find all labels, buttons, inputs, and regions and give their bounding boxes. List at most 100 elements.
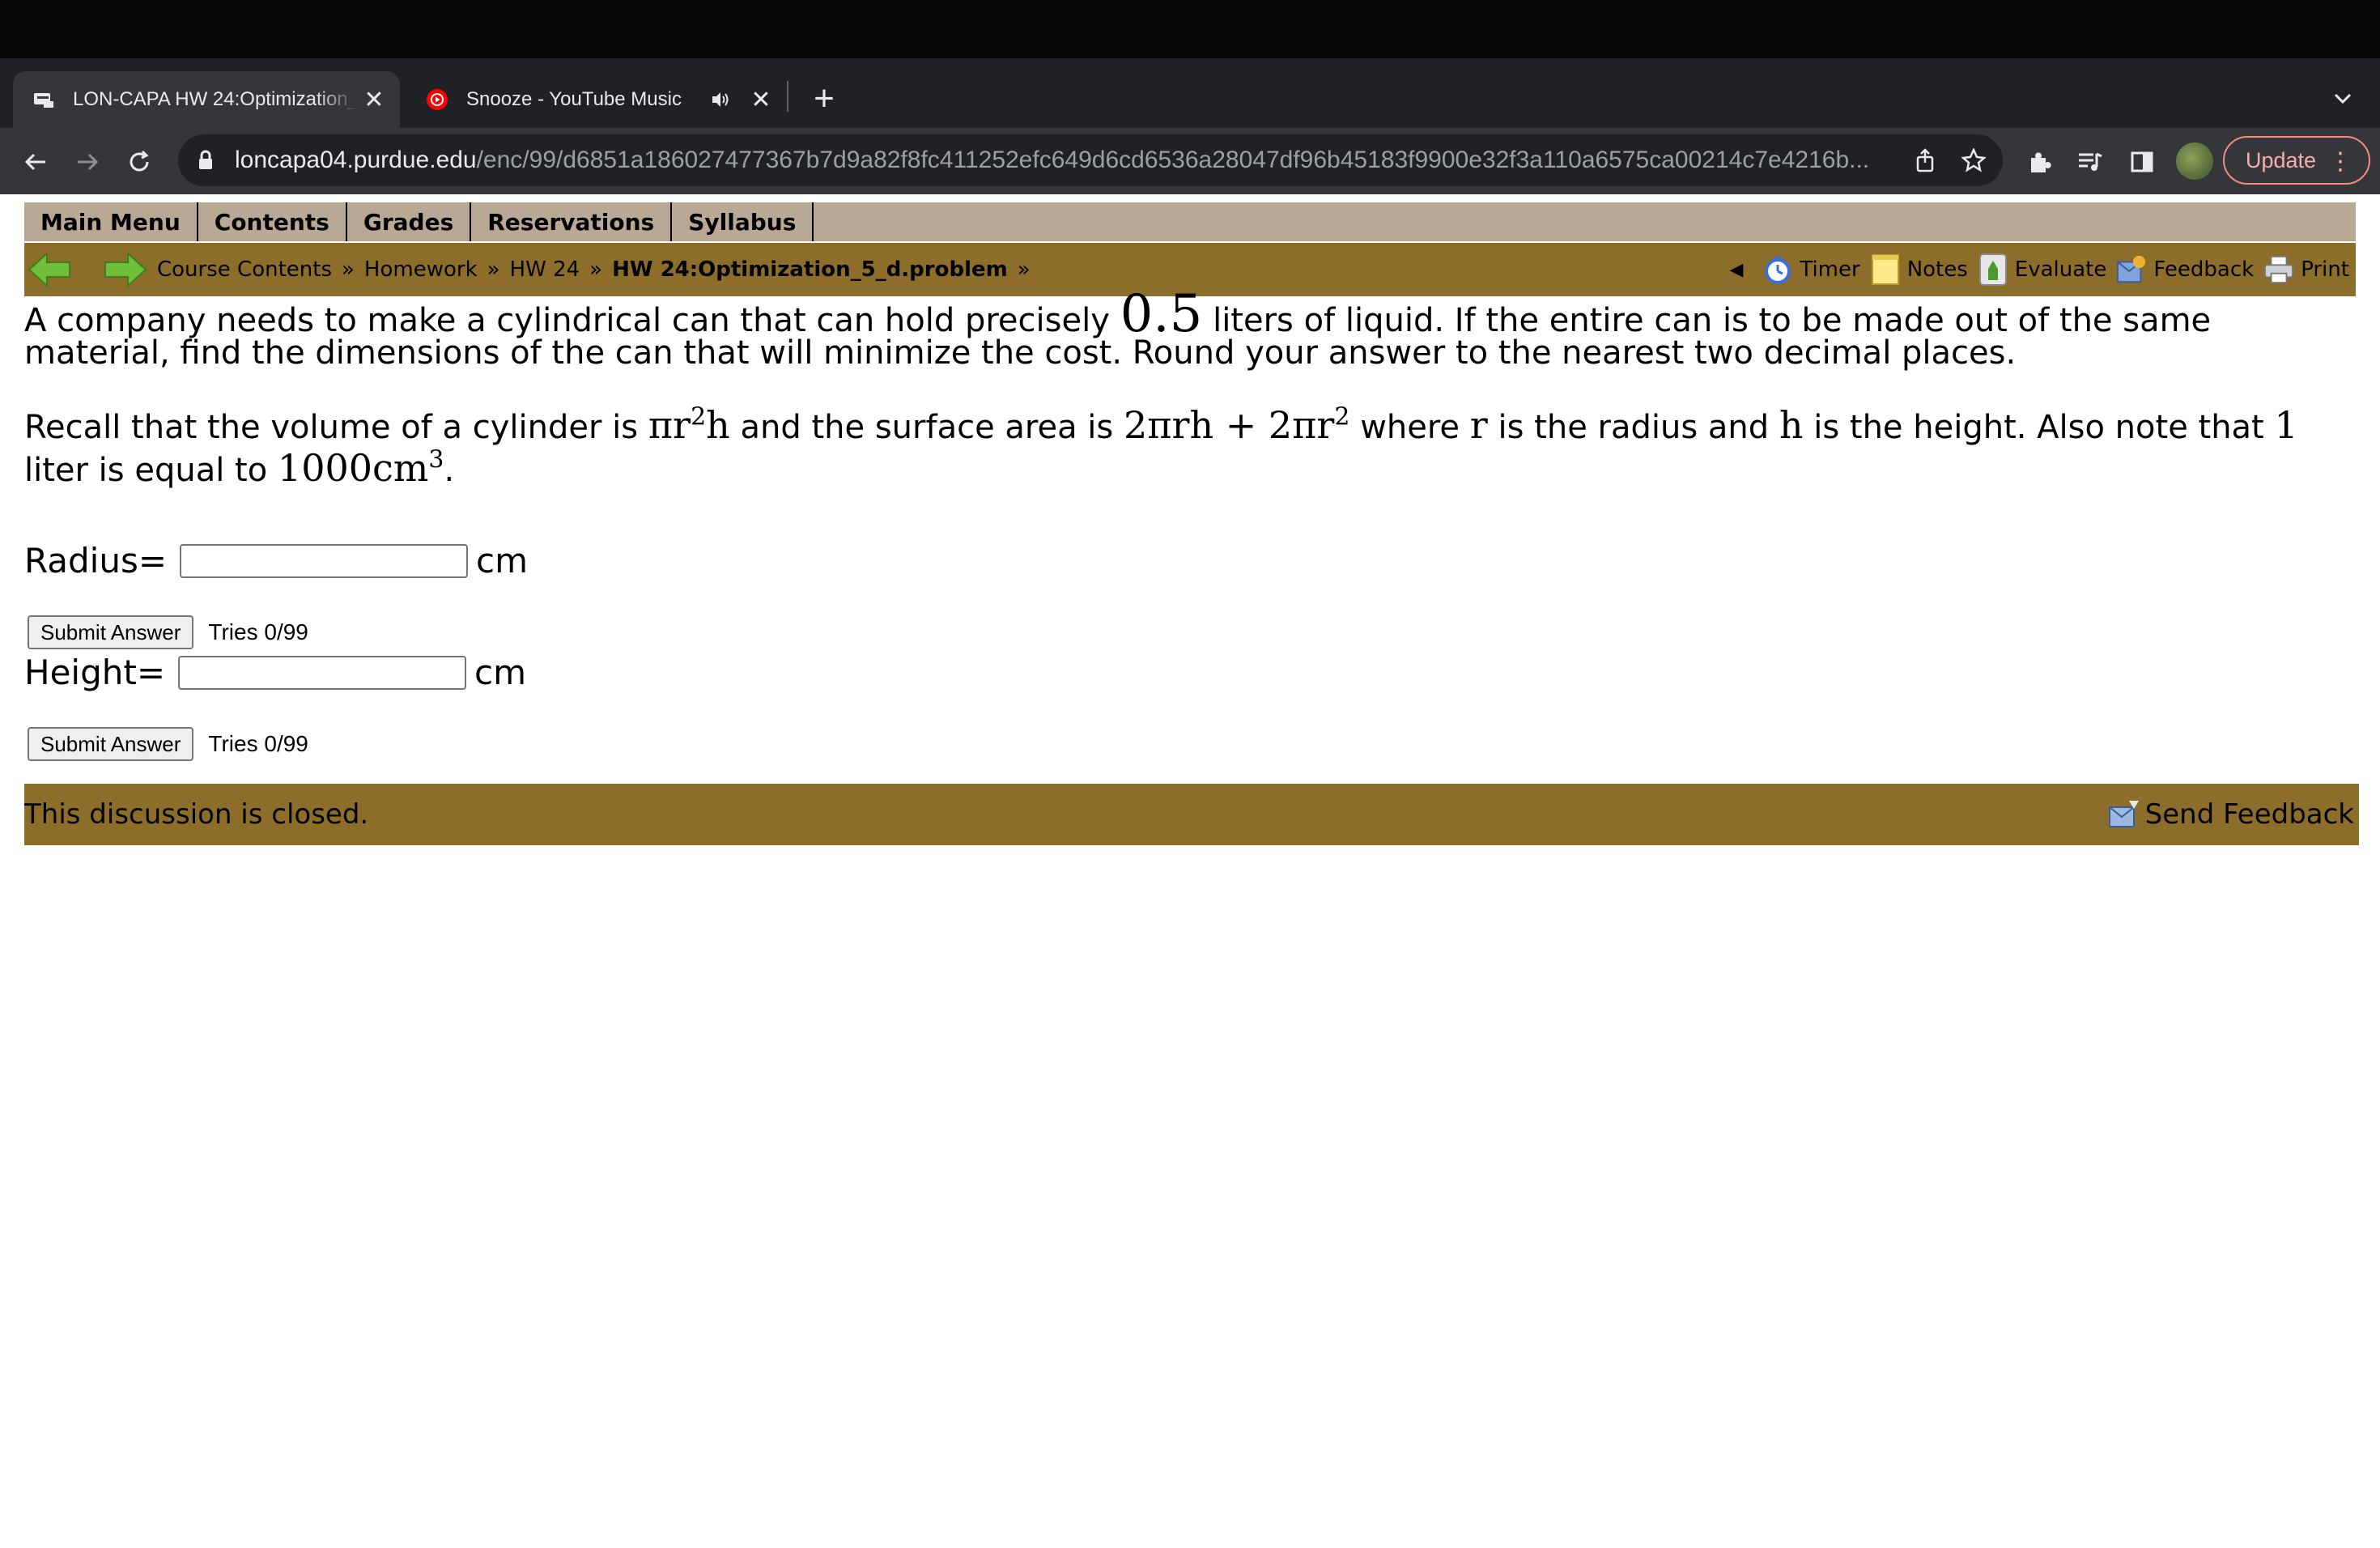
main-menu-bar: Main Menu Contents Grades Reservations S…: [24, 202, 2356, 241]
problem-text: liter is equal to: [24, 452, 268, 489]
evaluate-label: Evaluate: [2014, 257, 2107, 282]
url-text[interactable]: loncapa04.purdue.edu/enc/99/d6851a186027…: [235, 147, 1906, 174]
forward-arrow-icon[interactable]: [68, 142, 107, 181]
problem-paragraph-1: A company needs to make a cylindrical ca…: [24, 288, 2348, 369]
back-arrow-icon[interactable]: [16, 142, 55, 181]
height-submit-row: Submit Answer Tries 0/99: [28, 727, 308, 761]
timer-icon: [1762, 253, 1793, 287]
radius-answer-row: Radius= cm: [24, 541, 528, 580]
formula-exponent: 2: [1334, 402, 1350, 432]
problem-text: where: [1360, 409, 1460, 446]
printer-icon: [2263, 253, 2294, 287]
update-label: Update: [2246, 147, 2317, 172]
extensions-puzzle-icon[interactable]: [2021, 142, 2059, 181]
collapse-arrow-icon[interactable]: ◀: [1729, 260, 1743, 280]
formula-exponent: 3: [428, 445, 444, 474]
breadcrumb-homework[interactable]: Homework: [364, 257, 478, 282]
print-button[interactable]: Print: [2263, 253, 2349, 287]
breadcrumb-separator: »: [342, 257, 355, 282]
close-icon[interactable]: ✕: [745, 83, 777, 116]
discussion-status: This discussion is closed.: [24, 798, 369, 831]
discussion-footer: This discussion is closed. Send Feedback: [24, 784, 2359, 845]
problem-text: is the radius and: [1498, 409, 1770, 446]
feedback-label: Feedback: [2153, 257, 2255, 282]
formula-text: 1000cm: [277, 446, 429, 490]
variable-h: h: [1779, 403, 1804, 447]
formula-exponent: 2: [691, 402, 707, 432]
media-queue-icon[interactable]: [2071, 142, 2110, 181]
height-tries: Tries 0/99: [208, 731, 308, 756]
profile-avatar[interactable]: [2176, 142, 2213, 180]
breadcrumb-separator: »: [589, 257, 603, 282]
formula-text: πr: [648, 403, 691, 447]
breadcrumb-hw24[interactable]: HW 24: [510, 257, 580, 282]
formula-text: h: [706, 403, 730, 447]
breadcrumb-current-problem: HW 24:Optimization_5_d.problem: [612, 257, 1008, 282]
notes-button[interactable]: Notes: [1870, 253, 1968, 287]
previous-arrow-icon[interactable]: [28, 251, 74, 288]
loncapa-favicon-icon: [32, 88, 55, 111]
menu-syllabus[interactable]: Syllabus: [672, 202, 814, 241]
feedback-button[interactable]: Feedback: [2116, 253, 2254, 287]
radius-submit-button[interactable]: Submit Answer: [28, 615, 194, 649]
send-feedback-icon: [2108, 801, 2139, 827]
tab-loncapa[interactable]: LON-CAPA HW 24:Optimization_5_d.problem …: [13, 71, 400, 128]
timer-label: Timer: [1800, 257, 1860, 282]
tab-youtube-music[interactable]: Snooze - YouTube Music ✕: [406, 71, 787, 128]
reload-icon[interactable]: [120, 142, 159, 181]
cm-conversion: 1000cm3: [278, 446, 444, 490]
audio-playing-icon[interactable]: [706, 85, 735, 114]
problem-text: and the surface area is: [740, 409, 1114, 446]
variable-r: r: [1469, 403, 1488, 447]
problem-text: Recall that the volume of a cylinder is: [24, 409, 639, 446]
update-button[interactable]: Update ⋮: [2223, 136, 2370, 185]
problem-text: is the height. Also note that: [1813, 409, 2264, 446]
breadcrumb-separator: »: [1017, 257, 1031, 282]
tab-title: Snooze - YouTube Music: [466, 88, 682, 110]
height-submit-button[interactable]: Submit Answer: [28, 727, 194, 761]
menu-main-menu[interactable]: Main Menu: [24, 202, 198, 241]
height-input[interactable]: [178, 655, 467, 690]
height-answer-row: Height= cm: [24, 653, 526, 692]
youtube-music-icon: [426, 88, 448, 111]
tab-separator: [787, 81, 788, 112]
send-feedback-label: Send Feedback: [2144, 798, 2354, 831]
surface-area-formula: 2πrh + 2πr2: [1124, 403, 1349, 447]
tab-title: LON-CAPA HW 24:Optimization_5_d.problem: [73, 88, 358, 110]
share-icon[interactable]: [1906, 141, 1944, 180]
problem-text: .: [444, 452, 455, 489]
close-icon[interactable]: ✕: [358, 83, 390, 116]
bookmark-star-icon[interactable]: [1954, 141, 1993, 180]
timer-button[interactable]: Timer: [1762, 253, 1860, 287]
radius-unit: cm: [476, 541, 529, 580]
radius-submit-row: Submit Answer Tries 0/99: [28, 615, 308, 649]
send-feedback-link[interactable]: Send Feedback: [2106, 797, 2354, 831]
address-bar[interactable]: loncapa04.purdue.edu/enc/99/d6851a186027…: [178, 134, 2003, 186]
radius-input[interactable]: [180, 543, 469, 578]
height-label: Height=: [24, 653, 166, 692]
volume-formula: πr2h: [648, 403, 730, 447]
tab-search-chevron-icon[interactable]: [2323, 81, 2362, 117]
radius-tries: Tries 0/99: [208, 619, 308, 644]
number-one: 1: [2274, 403, 2298, 447]
menu-contents[interactable]: Contents: [198, 202, 347, 241]
breadcrumb-course-contents[interactable]: Course Contents: [157, 257, 332, 282]
url-host: loncapa04.purdue.edu: [235, 147, 477, 173]
breadcrumb: Course Contents » Homework » HW 24 » HW …: [157, 243, 1040, 296]
menu-grades[interactable]: Grades: [347, 202, 472, 241]
more-menu-icon[interactable]: ⋮: [2328, 147, 2352, 176]
lock-icon[interactable]: [198, 149, 215, 172]
side-panel-icon[interactable]: [2123, 142, 2161, 181]
height-unit: cm: [474, 653, 527, 692]
next-arrow-icon[interactable]: [100, 251, 147, 288]
tools-bar: ◀ Timer Notes Evaluate Feedback Print: [1729, 243, 2349, 296]
notes-icon: [1870, 253, 1901, 287]
window-top-bar: [0, 0, 2380, 58]
feedback-icon: [2116, 253, 2147, 287]
new-tab-button[interactable]: +: [801, 79, 847, 118]
evaluate-button[interactable]: Evaluate: [1978, 253, 2107, 287]
url-path: /enc/99/d6851a186027477367b7d9a82f8fc411…: [476, 147, 1870, 173]
notes-label: Notes: [1906, 257, 1968, 282]
menu-reservations[interactable]: Reservations: [471, 202, 673, 241]
radius-label: Radius=: [24, 541, 168, 580]
